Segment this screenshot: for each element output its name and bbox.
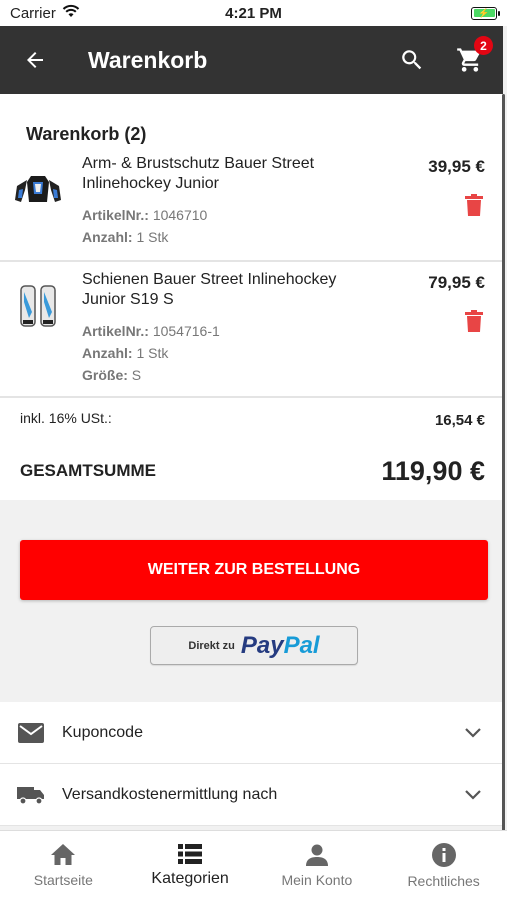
carrier-label: Carrier <box>10 4 56 22</box>
quantity-label: Anzahl: <box>82 229 133 245</box>
trash-icon <box>465 194 483 216</box>
size-label: Größe: <box>82 367 128 383</box>
article-number-label: ArtikelNr.: <box>82 207 149 223</box>
article-number-label: ArtikelNr.: <box>82 323 149 339</box>
quantity-label: Anzahl: <box>82 345 133 361</box>
total-value: 119,90 € <box>381 455 485 486</box>
search-icon <box>402 50 422 70</box>
nav-label: Kategorien <box>151 869 229 887</box>
checkout-button[interactable]: WEITER ZUR BESTELLUNG <box>20 540 488 600</box>
cart-item[interactable]: Arm- & Brustschutz Bauer Street Inlineho… <box>0 152 503 262</box>
shipping-accordion[interactable]: Versandkostenermittlung nach <box>0 764 503 826</box>
product-name[interactable]: Schienen Bauer Street Inlinehockey Junio… <box>82 270 352 310</box>
cart-item[interactable]: Schienen Bauer Street Inlinehockey Junio… <box>0 262 503 398</box>
back-button[interactable] <box>0 26 70 94</box>
app-bar: Warenkorb 2 <box>0 26 503 94</box>
list-icon <box>178 843 203 864</box>
search-button[interactable] <box>383 26 441 94</box>
battery-icon: ⚡ <box>471 6 500 20</box>
cart-summary: Warenkorb (2) Arm- & Brustschutz Bauer S… <box>0 94 503 500</box>
arrow-left-icon <box>27 52 43 68</box>
cart-count-badge: 2 <box>474 36 493 55</box>
page-title: Warenkorb <box>88 46 208 73</box>
scrollbar[interactable] <box>502 94 505 870</box>
nav-item-account[interactable]: Mein Konto <box>254 831 381 900</box>
chevron-down-icon <box>465 727 481 738</box>
quantity-value: 1 Stk <box>136 345 169 361</box>
coupon-label: Kuponcode <box>62 723 143 741</box>
accordion: Kuponcode Versandkostenermittlung nach <box>0 702 503 826</box>
tax-label: inkl. 16% USt.: <box>20 410 112 426</box>
nav-item-categories[interactable]: Kategorien <box>127 831 254 900</box>
total-label: GESAMTSUMME <box>20 461 156 480</box>
paypal-prefix: Direkt zu <box>188 639 235 652</box>
article-number-value: 1054716-1 <box>152 323 220 339</box>
item-price: 79,95 € <box>428 273 485 292</box>
item-price: 39,95 € <box>428 157 485 176</box>
nav-label: Rechtliches <box>407 872 480 889</box>
product-image-chest-protector[interactable] <box>0 152 68 260</box>
nav-item-home[interactable]: Startseite <box>0 831 127 900</box>
cart-heading: Warenkorb (2) <box>26 124 147 144</box>
product-name[interactable]: Arm- & Brustschutz Bauer Street Inlineho… <box>82 154 352 194</box>
info-icon <box>431 842 456 867</box>
main-content: Warenkorb (2) Arm- & Brustschutz Bauer S… <box>0 94 503 826</box>
status-bar: Carrier 4:21 PM ⚡ <box>0 0 507 26</box>
coupon-accordion[interactable]: Kuponcode <box>0 702 503 764</box>
truck-icon <box>17 786 44 805</box>
home-icon <box>51 843 76 865</box>
tax-value: 16,54 € <box>434 412 485 429</box>
person-icon <box>305 844 328 866</box>
paypal-logo: PayPal <box>240 631 320 659</box>
bottom-navigation: Startseite Kategorien Mein Konto Rechtli… <box>0 830 507 900</box>
nav-label: Mein Konto <box>281 871 353 888</box>
checkout-area: WEITER ZUR BESTELLUNG Direkt zu PayPal <box>0 500 503 702</box>
nav-item-legal[interactable]: Rechtliches <box>380 831 507 900</box>
article-number-value: 1046710 <box>152 207 208 223</box>
tax-row: inkl. 16% USt.: 16,54 € <box>0 398 503 442</box>
trash-icon <box>465 310 483 332</box>
size-value: S <box>131 367 142 383</box>
nav-label: Startseite <box>33 871 93 888</box>
wifi-icon <box>62 4 80 22</box>
remove-item-button[interactable] <box>465 310 483 337</box>
product-image-shin-guards[interactable] <box>0 262 68 396</box>
envelope-icon <box>18 722 44 743</box>
cart-button[interactable]: 2 <box>441 26 499 94</box>
paypal-button[interactable]: Direkt zu PayPal <box>150 626 358 665</box>
quantity-value: 1 Stk <box>136 229 169 245</box>
chevron-down-icon <box>465 789 481 800</box>
total-row: GESAMTSUMME 119,90 € <box>0 442 503 500</box>
shipping-label: Versandkostenermittlung nach <box>62 785 278 803</box>
remove-item-button[interactable] <box>465 194 483 221</box>
